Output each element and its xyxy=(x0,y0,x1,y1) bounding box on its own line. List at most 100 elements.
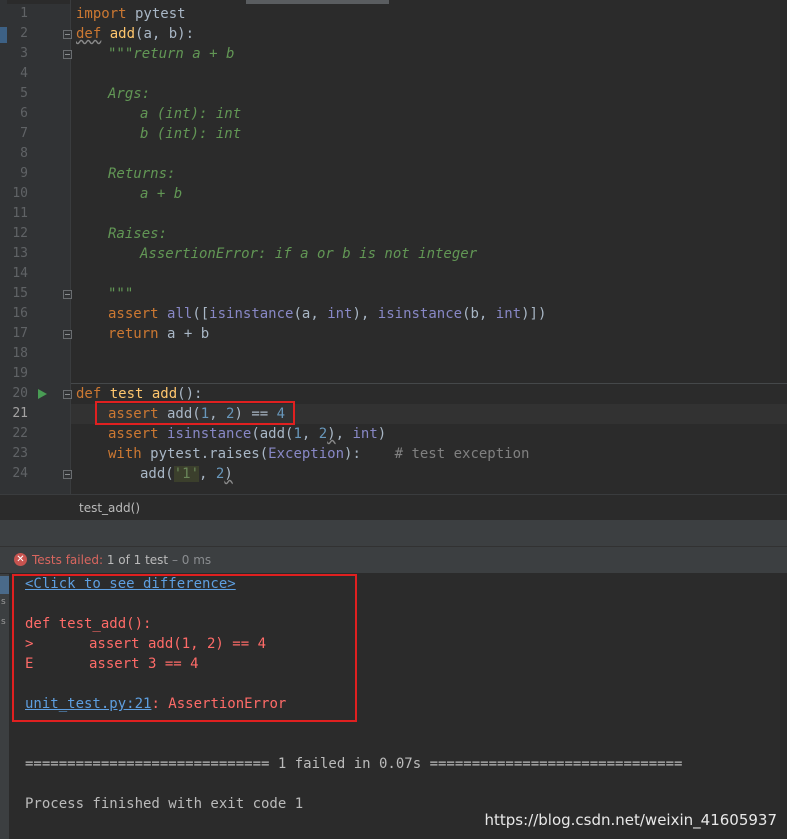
line-number: 4 xyxy=(20,66,28,81)
punctuation: )]) xyxy=(521,306,547,322)
line-number: 10 xyxy=(12,186,28,201)
status-time: – 0 ms xyxy=(168,553,212,567)
code-line-15: """ xyxy=(108,286,134,302)
line-number: 17 xyxy=(12,326,28,341)
code-line-22: assert isinstance(add(1, 2), int) xyxy=(108,424,386,444)
builtin: all xyxy=(167,306,193,322)
line-number: 18 xyxy=(12,346,28,361)
line-number: 9 xyxy=(20,166,28,181)
line-number: 12 xyxy=(12,226,28,241)
code-line-1: import pytest xyxy=(76,4,186,24)
code-line-7: b (int): int xyxy=(140,126,242,142)
builtin: isinstance xyxy=(377,306,463,322)
keyword: def xyxy=(76,386,102,402)
line-number: 3 xyxy=(20,46,28,61)
punctuation: , xyxy=(199,466,216,482)
module-name: pytest xyxy=(126,6,186,22)
code-line-13: AssertionError: if a or b is not integer xyxy=(140,246,478,262)
code-line-6: a (int): int xyxy=(140,106,242,122)
status-prefix: Tests failed: xyxy=(32,553,107,567)
line-number: 6 xyxy=(20,106,28,121)
builtin: isinstance xyxy=(209,306,294,322)
args: (b, xyxy=(462,306,496,322)
punctuation: ) xyxy=(327,426,336,442)
test-status-bar: ✕ Tests failed: 1 of 1 test – 0 ms xyxy=(0,547,787,574)
test-status-text: Tests failed: 1 of 1 test – 0 ms xyxy=(32,553,211,567)
code-line-12: Raises: xyxy=(108,226,168,242)
console-toolbar: s s xyxy=(0,574,9,839)
annotation-highlight-box xyxy=(12,574,357,722)
horizontal-scrollbar[interactable] xyxy=(246,0,389,4)
keyword: return xyxy=(108,326,159,342)
params: (): xyxy=(177,386,203,402)
function-name: add xyxy=(109,26,136,42)
line-number: 22 xyxy=(12,426,28,441)
comment: # test exception xyxy=(394,446,530,462)
call: pytest.raises( xyxy=(141,446,269,462)
punctuation: ), xyxy=(352,306,378,322)
line-number: 11 xyxy=(12,206,28,221)
console-toolbar-selected[interactable] xyxy=(0,576,9,594)
code-line-24: add('1', 2) xyxy=(140,464,233,484)
line-number: 23 xyxy=(12,446,28,461)
line-number-current: 21 xyxy=(12,406,28,421)
fold-toggle-icon[interactable] xyxy=(63,390,72,399)
console-toolbar-item[interactable]: s xyxy=(1,617,6,627)
args: (a, xyxy=(293,306,328,322)
code-line-10: a + b xyxy=(140,186,183,202)
console-exit-line: Process finished with exit code 1 xyxy=(25,796,304,812)
punctuation: , xyxy=(335,426,353,442)
line-number: 13 xyxy=(12,246,28,261)
punctuation: ) xyxy=(377,426,387,442)
run-console[interactable]: s s <Click to see difference> def test_a… xyxy=(0,574,787,839)
keyword: assert xyxy=(108,306,159,322)
keyword: assert xyxy=(108,426,159,442)
keyword: with xyxy=(108,446,142,462)
line-number: 2 xyxy=(20,26,28,41)
builtin: int xyxy=(327,306,353,322)
fold-toggle-icon[interactable] xyxy=(63,30,72,39)
fold-toggle-icon[interactable] xyxy=(63,470,72,479)
builtin: int xyxy=(352,426,378,442)
punctuation: ) xyxy=(224,466,233,482)
line-number: 16 xyxy=(12,306,28,321)
call: add( xyxy=(140,466,174,482)
test-failed-icon: ✕ xyxy=(14,553,27,566)
line-number: 5 xyxy=(20,86,28,101)
breadcrumb-bar: test_add() xyxy=(0,494,787,520)
run-test-icon[interactable] xyxy=(38,389,47,399)
call: (add( xyxy=(251,426,294,442)
code-editor[interactable]: 1 2 3 4 5 6 7 8 9 10 11 12 13 14 15 16 1… xyxy=(0,0,787,494)
punctuation: ): xyxy=(344,446,361,462)
code-line-16: assert all([isinstance(a, int), isinstan… xyxy=(108,304,546,324)
code-line-5: Args: xyxy=(108,86,151,102)
line-number: 19 xyxy=(12,366,28,381)
number: 2 xyxy=(318,426,328,442)
builtin: Exception xyxy=(268,446,345,462)
annotation-highlight-box xyxy=(95,401,295,425)
console-summary: ============================= 1 failed i… xyxy=(25,756,683,772)
code-line-23: with pytest.raises(Exception): # test ex… xyxy=(108,444,529,464)
keyword: import xyxy=(76,6,127,22)
line-number: 15 xyxy=(12,286,28,301)
breadcrumb[interactable]: test_add() xyxy=(79,501,140,515)
project-tool-strip xyxy=(0,0,7,494)
params: (a, b): xyxy=(135,26,195,42)
code-line-9: Returns: xyxy=(108,166,176,182)
console-toolbar-item[interactable]: s xyxy=(1,597,6,607)
function-name: test_add xyxy=(109,386,178,402)
line-number: 14 xyxy=(12,266,28,281)
line-number: 8 xyxy=(20,146,28,161)
tool-window-header xyxy=(0,520,787,547)
watermark: https://blog.csdn.net/weixin_41605937 xyxy=(484,811,777,829)
fold-toggle-icon[interactable] xyxy=(63,290,72,299)
code-line-2: def add(a, b): xyxy=(76,24,194,44)
expression: a + b xyxy=(158,326,210,342)
string: '1' xyxy=(173,466,200,482)
fold-toggle-icon[interactable] xyxy=(63,50,72,59)
code-line-17: return a + b xyxy=(108,324,209,344)
project-tool-marker xyxy=(0,27,7,43)
status-count: 1 of 1 test xyxy=(106,553,169,567)
keyword: def xyxy=(76,26,102,42)
fold-toggle-icon[interactable] xyxy=(63,330,72,339)
